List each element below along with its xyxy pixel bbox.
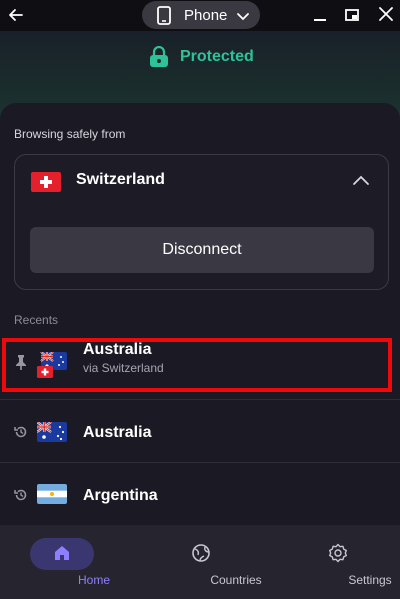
gear-icon [328,543,348,568]
globe-icon [191,543,211,568]
nav-home-label: Home [77,573,110,587]
device-selector[interactable]: Phone [142,1,260,29]
phone-icon [157,6,171,30]
connection-card: Switzerland Disconnect [14,154,389,290]
bottom-navigation: Home Countries Settings [0,525,400,599]
argentina-flag [37,484,67,509]
history-icon [14,425,28,444]
disconnect-button[interactable]: Disconnect [30,227,374,273]
recent-country-name: Argentina [83,487,158,504]
lock-icon [149,45,169,73]
home-icon [52,543,72,568]
chevron-down-icon [236,9,250,27]
recent-country-name: Australia [83,424,152,441]
nav-settings[interactable]: Settings [306,525,392,599]
main-panel: Browsing safely from Switzerland Disconn… [0,103,400,525]
nav-countries[interactable]: Countries [166,525,262,599]
recent-item-australia[interactable]: Australia [0,400,400,462]
history-icon [14,488,28,507]
switzerland-flag [31,172,61,197]
nav-countries-label: Countries [210,573,262,587]
nav-home[interactable]: Home [30,525,110,599]
connected-country: Switzerland [76,171,165,188]
chevron-up-icon[interactable] [352,173,370,191]
picture-in-picture-icon[interactable] [344,7,360,28]
title-bar: Phone [0,0,400,31]
back-arrow-icon[interactable] [6,5,26,25]
status-text: Protected [180,48,254,65]
browsing-from-label: Browsing safely from [14,127,126,141]
australia-flag [36,421,67,447]
minimize-icon[interactable] [312,7,328,28]
recent-item-argentina[interactable]: Argentina [0,463,400,525]
device-label: Phone [184,7,228,24]
nav-settings-label: Settings [348,573,392,587]
selection-highlight [2,338,392,392]
close-icon[interactable] [378,6,394,27]
recents-label: Recents [14,313,59,327]
